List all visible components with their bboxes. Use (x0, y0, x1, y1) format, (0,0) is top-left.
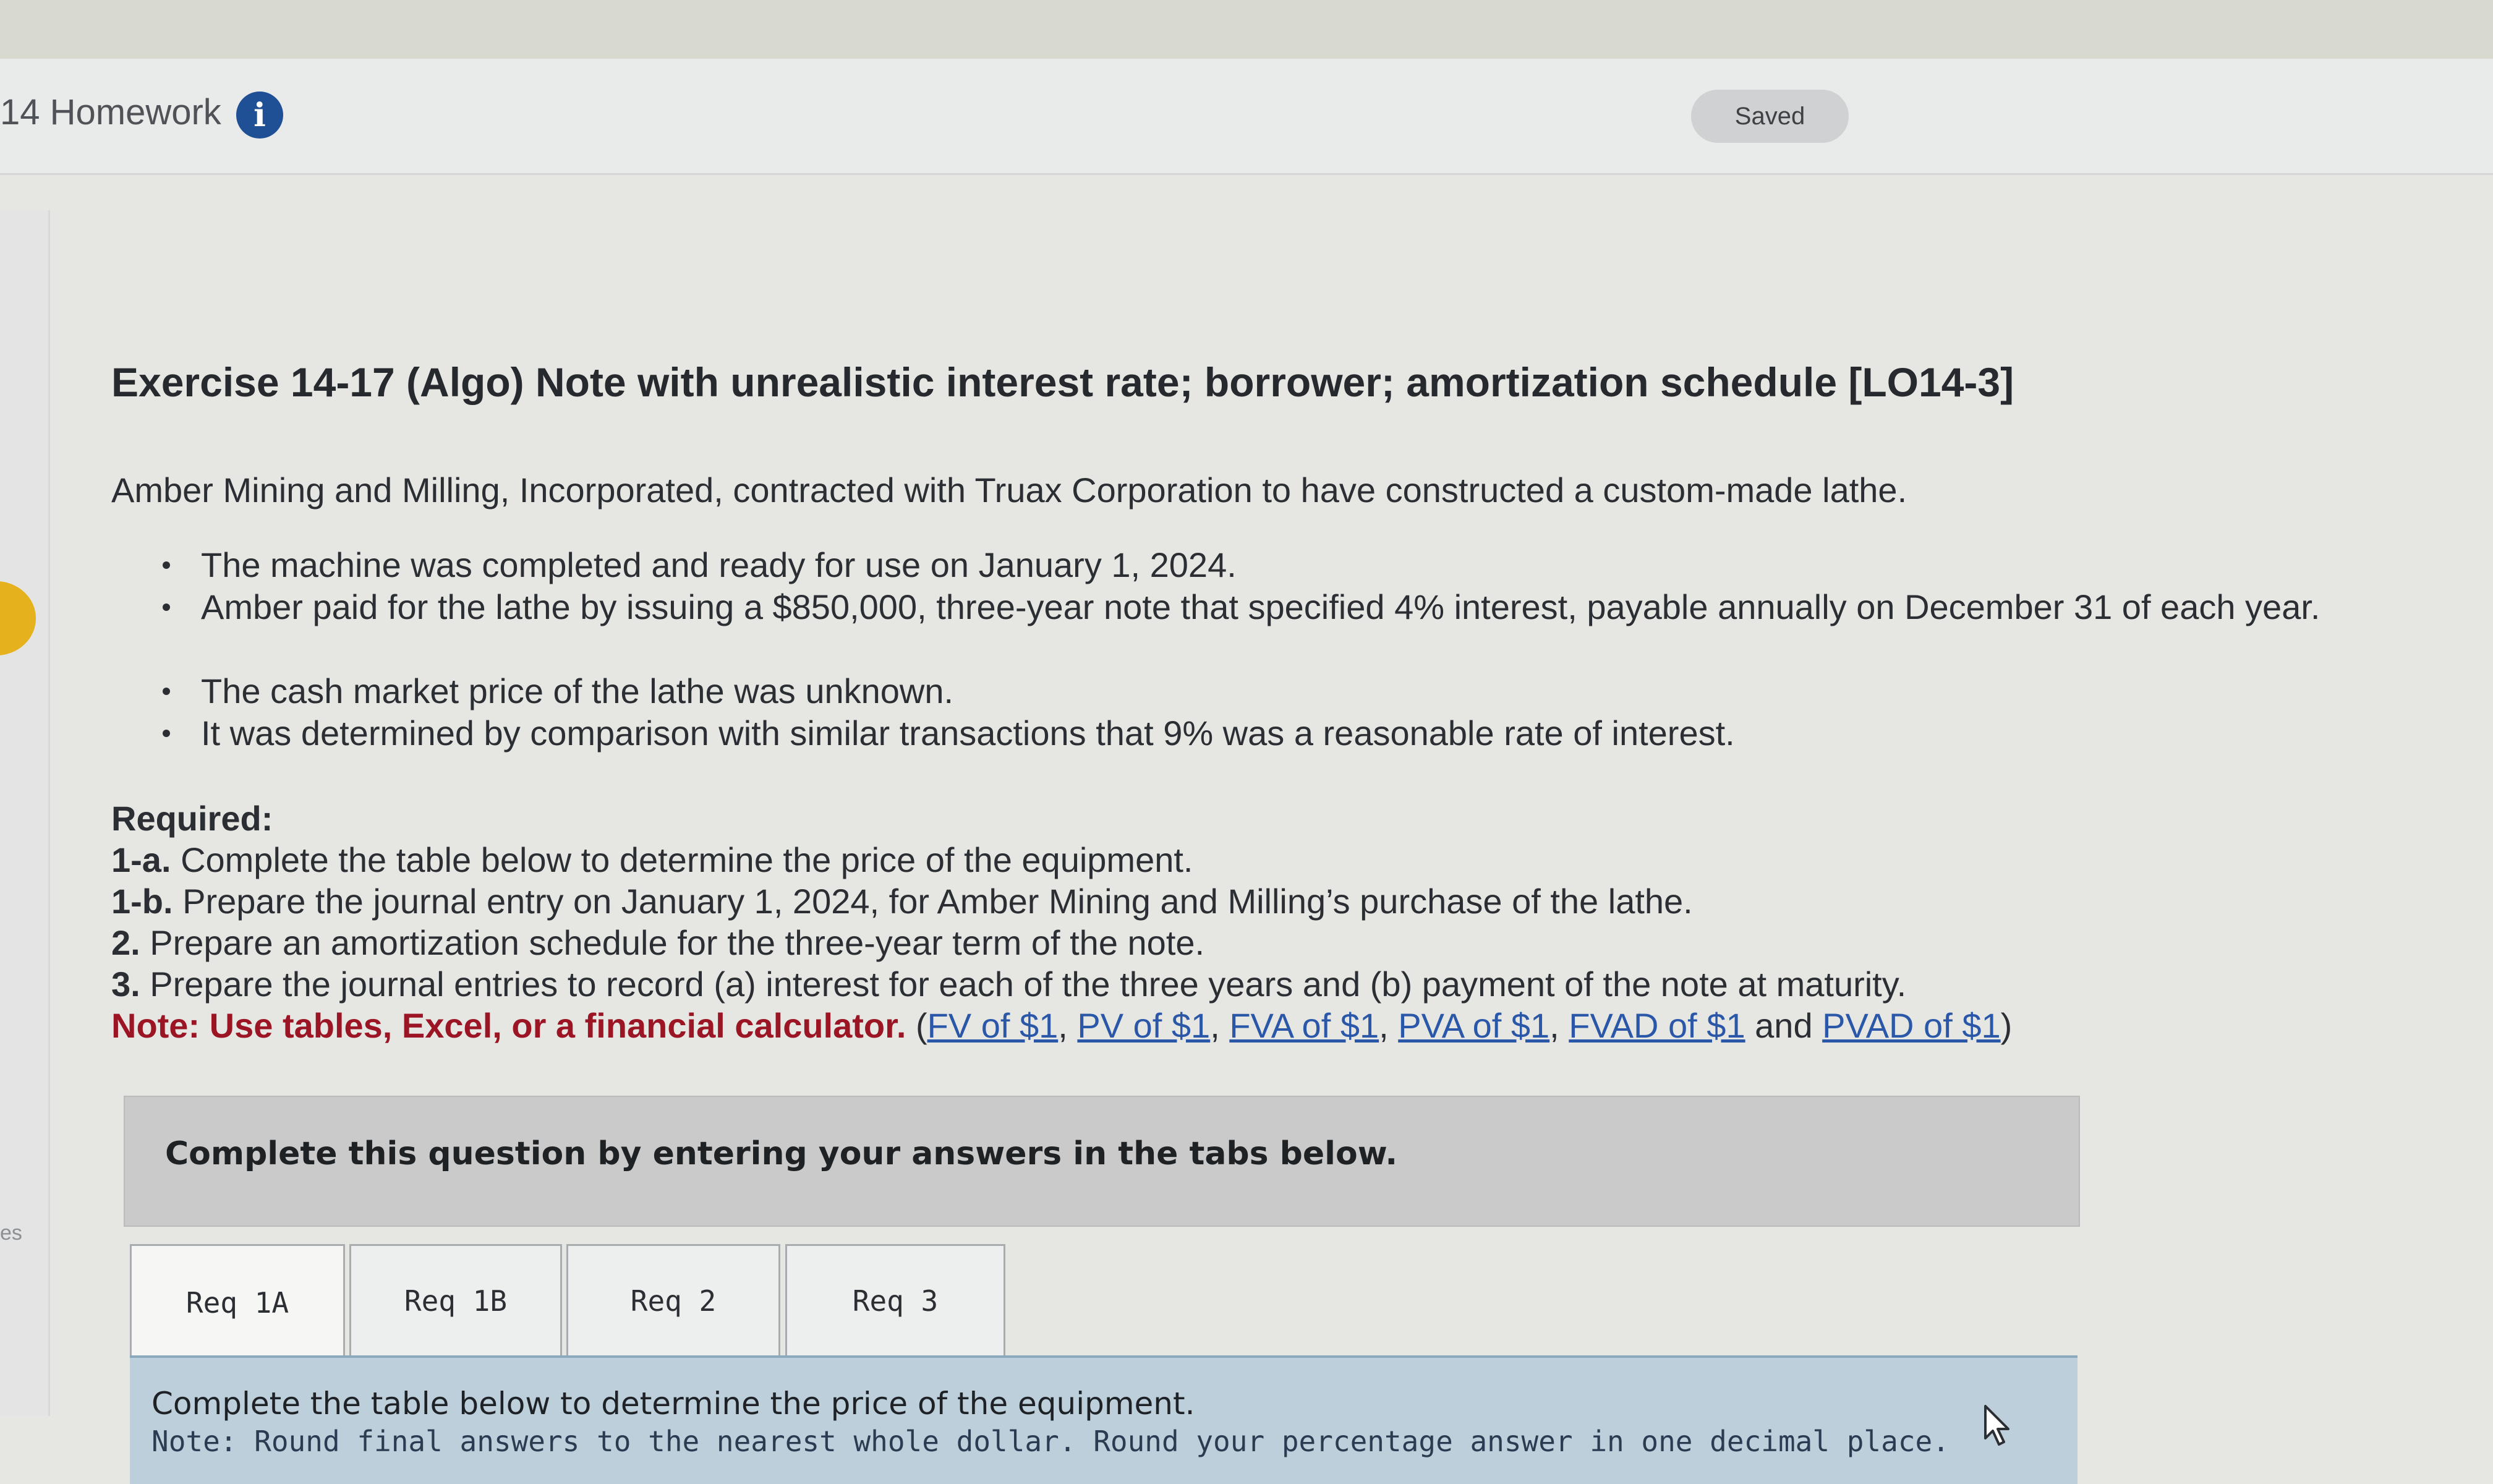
tab-req-3[interactable]: Req 3 (785, 1244, 1005, 1356)
separator: , (1379, 1006, 1399, 1045)
separator: , (1549, 1006, 1569, 1045)
required-item: 3. Prepare the journal entries to record… (111, 963, 2012, 1005)
paren-open: ( (915, 1006, 927, 1045)
required-number: 2. (111, 923, 140, 962)
required-heading: Required: (111, 799, 273, 838)
panel-instruction: Complete the table below to determine th… (151, 1386, 1195, 1422)
required-text: Prepare the journal entry on January 1, … (182, 882, 1693, 921)
pva-table-link[interactable]: PVA of $1 (1398, 1006, 1549, 1045)
exercise-title: Exercise 14-17 (Algo) Note with unrealis… (111, 359, 2014, 405)
list-item: Amber paid for the lathe by issuing a $8… (163, 586, 2396, 670)
separator: , (1210, 1006, 1230, 1045)
assignment-header (0, 59, 2493, 175)
fv-table-link[interactable]: FV of $1 (927, 1006, 1059, 1045)
separator: , (1058, 1006, 1078, 1045)
facts-list: The machine was completed and ready for … (163, 544, 2396, 754)
exercise-intro: Amber Mining and Milling, Incorporated, … (111, 471, 1907, 510)
separator: and (1745, 1006, 1823, 1045)
required-text: Complete the table below to determine th… (181, 840, 1193, 879)
tab-req-1a[interactable]: Req 1A (130, 1244, 345, 1360)
note-line: Note: Use tables, Excel, or a financial … (111, 1005, 2012, 1046)
fvad-table-link[interactable]: FVAD of $1 (1569, 1006, 1745, 1045)
list-item: The machine was completed and ready for … (163, 544, 2396, 586)
instructions-text: Complete this question by entering your … (165, 1135, 1398, 1172)
pv-table-link[interactable]: PV of $1 (1077, 1006, 1210, 1045)
left-rail-label[interactable]: es (0, 1221, 22, 1245)
tab-panel: Complete the table below to determine th… (130, 1355, 2078, 1484)
info-icon[interactable]: i (236, 92, 283, 139)
browser-top-strip (0, 0, 2493, 59)
required-number: 3. (111, 965, 140, 1004)
required-section: Required: 1-a. Complete the table below … (111, 798, 2012, 1046)
required-number: 1-a. (111, 840, 171, 879)
assignment-title[interactable]: 14 Homework (0, 92, 221, 133)
paren-close: ) (2000, 1006, 2013, 1045)
tab-req-1b[interactable]: Req 1B (349, 1244, 562, 1356)
instructions-box: Complete this question by entering your … (124, 1096, 2080, 1227)
required-number: 1-b. (111, 882, 173, 921)
pvad-table-link[interactable]: PVAD of $1 (1822, 1006, 2000, 1045)
required-text: Prepare the journal entries to record (a… (150, 965, 1907, 1004)
note-label: Note: Use tables, Excel, or a financial … (111, 1006, 906, 1045)
required-item: 2. Prepare an amortization schedule for … (111, 922, 2012, 963)
saved-status-badge: Saved (1691, 90, 1849, 143)
tab-req-2[interactable]: Req 2 (566, 1244, 780, 1356)
required-text: Prepare an amortization schedule for the… (150, 923, 1205, 962)
required-item: 1-a. Complete the table below to determi… (111, 839, 2012, 881)
panel-note: Note: Round final answers to the nearest… (151, 1425, 1950, 1458)
list-item: The cash market price of the lathe was u… (163, 670, 2396, 712)
fva-table-link[interactable]: FVA of $1 (1229, 1006, 1379, 1045)
mouse-pointer-icon (1984, 1405, 2009, 1446)
required-item: 1-b. Prepare the journal entry on Januar… (111, 881, 2012, 922)
list-item: It was determined by comparison with sim… (163, 712, 2396, 754)
